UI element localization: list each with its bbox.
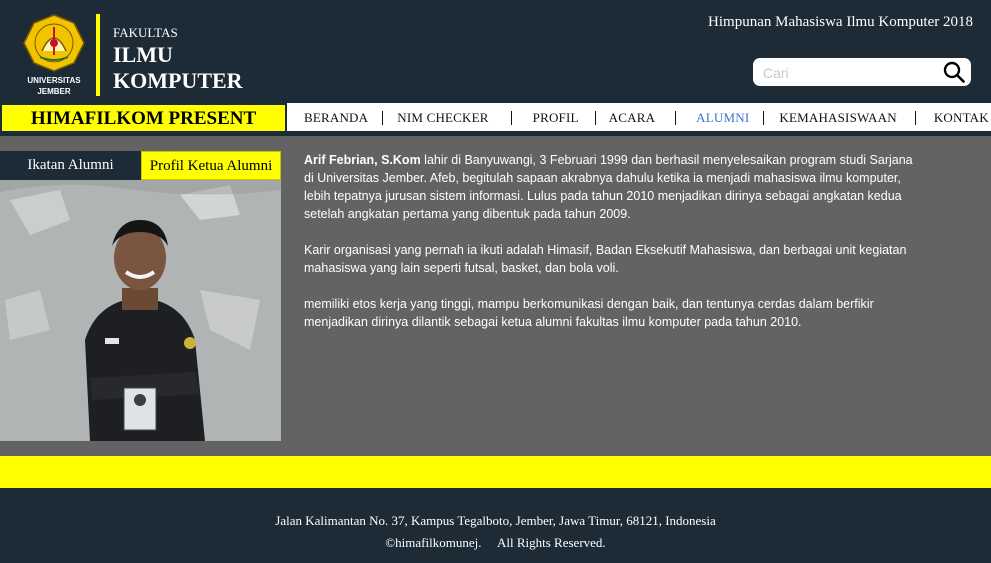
alumni-chairman-photo <box>0 180 281 441</box>
nav-separator <box>675 111 677 125</box>
header-divider <box>96 14 100 96</box>
site-header: UNIVERSITAS JEMBER FAKULTAS ILMU KOMPUTE… <box>0 0 991 103</box>
nav-item-nim-checker[interactable]: NIM CHECKER <box>397 110 488 126</box>
footer-address: Jalan Kalimantan No. 37, Kampus Tegalbot… <box>275 513 716 528</box>
nav-item-profil[interactable]: PROFIL <box>533 110 579 126</box>
yellow-divider-band <box>0 456 991 488</box>
nav-item-beranda[interactable]: BERANDA <box>304 110 368 126</box>
faculty-name-line-2: KOMPUTER <box>113 68 243 93</box>
logo-line-2: JEMBER <box>37 87 71 96</box>
nav-separator <box>510 111 512 125</box>
main-nav: BERANDA NIM CHECKER PROFIL ACARA ALUMNI … <box>287 103 991 133</box>
search-input[interactable] <box>761 62 935 84</box>
profile-text: Arif Febrian, S.Kom lahir di Banyuwangi,… <box>304 151 914 349</box>
logo-caption: UNIVERSITAS JEMBER <box>22 75 86 97</box>
nav-separator <box>594 111 596 125</box>
nav-separator <box>382 111 384 125</box>
faculty-label: FAKULTAS <box>113 25 178 40</box>
search-box[interactable] <box>753 58 971 86</box>
site-footer: Jalan Kalimantan No. 37, Kampus Tegalbot… <box>0 488 991 563</box>
search-icon[interactable] <box>943 61 965 83</box>
profile-paragraph-3: memiliki etos kerja yang tinggi, mampu b… <box>304 297 874 329</box>
nav-separator <box>763 111 765 125</box>
present-banner: HIMAFILKOM PRESENT <box>0 103 287 133</box>
tab-profil-ketua-alumni[interactable]: Profil Ketua Alumni <box>141 151 281 180</box>
profile-name: Arif Febrian, S.Kom <box>304 153 421 167</box>
footer-copyright: ©himafilkomunej. All Rights Reserved. <box>385 535 606 550</box>
nav-item-acara[interactable]: ACARA <box>609 110 656 126</box>
nav-item-kemahasiswaan[interactable]: KEMAHASISWAAN <box>779 110 896 126</box>
profile-paragraph-2: Karir organisasi yang pernah ia ikuti ad… <box>304 243 907 275</box>
faculty-name: ILMU KOMPUTER <box>113 42 243 94</box>
tab-ikatan-alumni[interactable]: Ikatan Alumni <box>0 151 141 180</box>
logo-line-1: UNIVERSITAS <box>27 76 81 85</box>
faculty-name-line-1: ILMU <box>113 42 173 67</box>
nav-item-alumni[interactable]: ALUMNI <box>696 110 749 126</box>
nav-item-kontak[interactable]: KONTAK <box>934 110 989 126</box>
nav-separator <box>914 111 916 125</box>
profile-paragraph-1: Arif Febrian, S.Kom lahir di Banyuwangi,… <box>304 151 914 223</box>
org-title: Himpunan Mahasiswa Ilmu Komputer 2018 <box>708 14 973 30</box>
